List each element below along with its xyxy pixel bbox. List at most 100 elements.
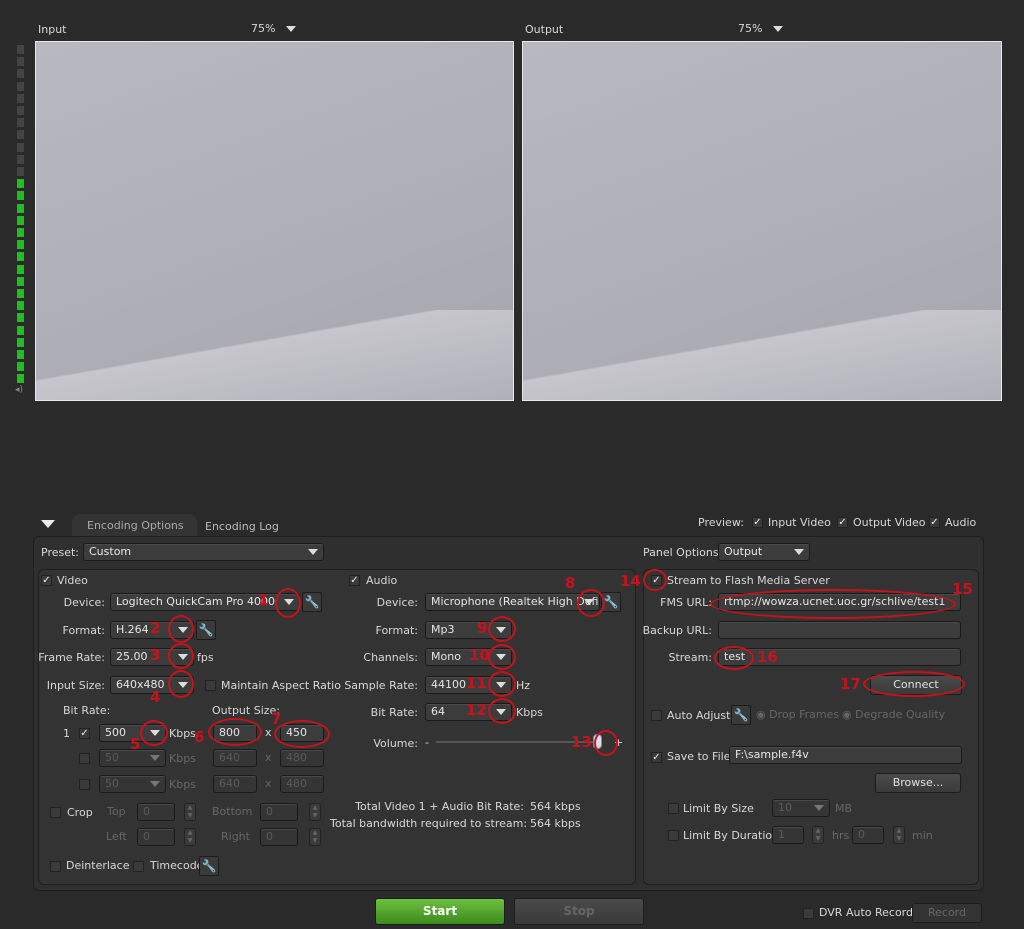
kbps-unit: Kbps xyxy=(169,752,196,765)
total-bitrate-label: Total Video 1 + Audio Bit Rate: xyxy=(355,800,524,813)
video-device-settings-wrench-icon[interactable]: 🔧 xyxy=(302,592,322,612)
bit-rate-label: Bit Rate: xyxy=(63,704,111,717)
format-label: Format: xyxy=(62,624,105,637)
auto-adjust-checkbox[interactable] xyxy=(651,710,662,721)
file-path-input[interactable]: F:\sample.f4v xyxy=(729,746,962,764)
crop-top-field[interactable]: 0 xyxy=(137,803,175,821)
bitrate-row-3-checkbox[interactable] xyxy=(79,779,90,790)
audio-preview-checkbox[interactable]: ✓ xyxy=(929,517,940,528)
annotation-number: 12 xyxy=(466,701,487,719)
output-label: Output xyxy=(525,23,564,36)
browse-button[interactable]: Browse... xyxy=(875,773,961,793)
tab-encoding-options[interactable]: Encoding Options xyxy=(72,514,197,538)
deinterlace-checkbox[interactable] xyxy=(50,861,61,872)
crop-bottom-field[interactable]: 0 xyxy=(260,803,298,821)
panel-options-select[interactable]: Output xyxy=(718,543,810,561)
meter-segment xyxy=(17,252,24,262)
bitrate-row-index: 1 xyxy=(63,727,70,740)
meter-segment xyxy=(17,179,24,189)
limit-size-select[interactable]: 10 xyxy=(772,799,830,817)
video-label: Video xyxy=(57,574,88,587)
dvr-auto-record-checkbox[interactable] xyxy=(803,908,814,919)
timecode-settings-wrench-icon[interactable]: 🔧 xyxy=(199,856,219,876)
bitrate-row-1-checkbox[interactable]: ✓ xyxy=(79,728,90,739)
preview-label: Preview: xyxy=(698,516,744,529)
audio-format-label: Format: xyxy=(375,624,418,637)
annotation-ellipse xyxy=(274,720,330,748)
audio-preview-label: Audio xyxy=(945,516,977,529)
backup-url-label: Backup URL: xyxy=(642,624,712,637)
crop-right-spinner[interactable]: ▲ ▼ xyxy=(309,828,321,846)
annotation-number: 9 xyxy=(477,619,488,637)
meter-segment xyxy=(17,130,24,140)
audio-device-select[interactable]: Microphone (Realtek High Defin xyxy=(425,593,600,611)
start-button[interactable]: Start xyxy=(375,898,505,925)
annotation-ellipse xyxy=(275,588,301,618)
video-device-select[interactable]: Logitech QuickCam Pro 4000 xyxy=(110,593,300,611)
hours-spinner[interactable]: ▲ ▼ xyxy=(812,826,824,844)
output-zoom-dropdown-icon[interactable] xyxy=(773,26,783,32)
tab-encoding-log[interactable]: Encoding Log xyxy=(205,520,279,533)
annotation-ellipse xyxy=(168,643,194,669)
minutes-spinner[interactable]: ▲ ▼ xyxy=(893,826,905,844)
crop-left-field[interactable]: 0 xyxy=(137,828,175,846)
minutes-field[interactable]: 0 xyxy=(852,826,884,844)
video-format-settings-wrench-icon[interactable]: 🔧 xyxy=(196,620,216,640)
meter-segment xyxy=(17,142,24,152)
fms-url-label: FMS URL: xyxy=(660,596,712,609)
input-zoom[interactable]: 75% xyxy=(251,22,275,35)
output-size-label: Output Size: xyxy=(212,704,280,717)
output-height-3[interactable]: 480 xyxy=(280,775,324,793)
auto-adjust-wrench-icon[interactable]: 🔧 xyxy=(731,705,751,725)
panel-options-label: Panel Options: xyxy=(643,546,723,559)
limit-by-duration-checkbox[interactable] xyxy=(668,830,679,841)
hours-field[interactable]: 1 xyxy=(772,826,804,844)
audio-checkbox[interactable]: ✓ xyxy=(349,575,360,586)
output-video-checkbox[interactable]: ✓ xyxy=(837,517,848,528)
bitrate-3-select[interactable]: 50 xyxy=(99,775,166,793)
collapse-panel-icon[interactable] xyxy=(41,520,55,528)
record-button[interactable]: Record xyxy=(912,903,982,923)
output-video-preview xyxy=(522,41,1002,401)
limit-by-size-checkbox[interactable] xyxy=(668,803,679,814)
output-width-3[interactable]: 640 xyxy=(213,775,257,793)
input-zoom-dropdown-icon[interactable] xyxy=(286,26,296,32)
output-width-2[interactable]: 640 xyxy=(213,749,257,767)
input-label: Input xyxy=(38,23,67,36)
preset-select[interactable]: Custom xyxy=(83,543,324,561)
degrade-quality-radio[interactable]: ◉ Degrade Quality xyxy=(842,708,945,721)
input-video-label: Input Video xyxy=(768,516,831,529)
output-zoom[interactable]: 75% xyxy=(738,22,762,35)
backup-url-input[interactable] xyxy=(718,621,961,639)
input-video-checkbox[interactable]: ✓ xyxy=(752,517,763,528)
timecode-label: Timecode xyxy=(150,859,204,872)
crop-top-spinner[interactable]: ▲ ▼ xyxy=(184,803,196,821)
annotation-number: 8 xyxy=(565,574,576,592)
total-bandwidth-value: 564 kbps xyxy=(530,817,581,830)
audio-bit-rate-label: Bit Rate: xyxy=(370,706,418,719)
annotation-number: 15 xyxy=(952,580,973,598)
drop-frames-radio[interactable]: ◉ Drop Frames xyxy=(756,708,839,721)
crop-left-spinner[interactable]: ▲ ▼ xyxy=(184,828,196,846)
bitrate-row-2-checkbox[interactable] xyxy=(79,753,90,764)
crop-right-field[interactable]: 0 xyxy=(260,828,298,846)
save-to-file-label: Save to File xyxy=(667,750,731,763)
output-height-2[interactable]: 480 xyxy=(280,749,324,767)
crop-checkbox[interactable] xyxy=(50,807,61,818)
stop-button[interactable]: Stop xyxy=(514,898,644,925)
annotation-number: 10 xyxy=(469,646,490,664)
sample-rate-label: Sample Rate: xyxy=(344,679,418,692)
save-to-file-checkbox[interactable]: ✓ xyxy=(651,752,662,763)
channels-label: Channels: xyxy=(363,651,418,664)
video-checkbox[interactable]: ✓ xyxy=(41,575,52,586)
volume-minus: - xyxy=(425,736,429,749)
maintain-aspect-checkbox[interactable] xyxy=(205,680,216,691)
meter-segment xyxy=(17,276,24,286)
timecode-checkbox[interactable] xyxy=(133,861,144,872)
stream-name-input[interactable]: test xyxy=(718,648,961,666)
annotation-ellipse xyxy=(594,730,618,756)
total-bandwidth-label: Total bandwidth required to stream: xyxy=(330,817,528,830)
crop-bottom-spinner[interactable]: ▲ ▼ xyxy=(309,803,321,821)
meter-segment xyxy=(17,289,24,298)
meter-segment xyxy=(17,240,24,250)
